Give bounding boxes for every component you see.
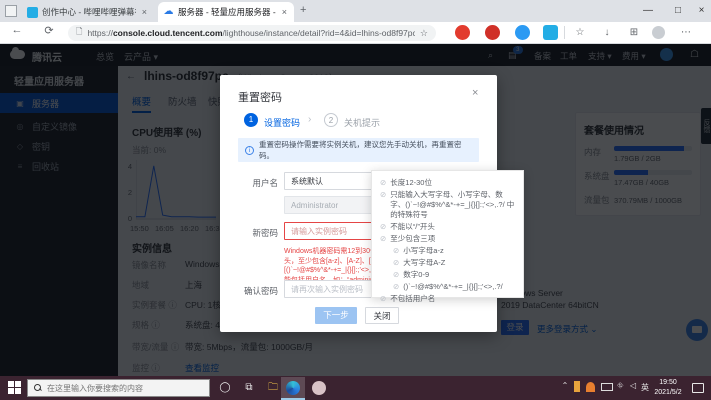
step-1-circle: 1 [244,113,258,127]
rule-text: 不包括用户名 [390,294,436,303]
rule-check-icon: ⊘ [380,234,387,243]
rule-subitem: ⊘ 大写字母A-Z [380,258,515,268]
username-label: 用户名 [252,178,278,188]
tab-close-icon[interactable]: × [140,7,149,17]
rule-text: 只能输入大写字母、小写字母、数字、()`~!@#$%^&*-+=_|{}[]:;… [390,190,515,219]
step-2-circle: 2 [324,113,338,127]
tencent-cloud-favicon: ☁ [163,5,174,18]
alert-text: 重置密码操作需要将实例关机，建议您先手动关机，再重置密码。 [259,140,462,160]
extension-icon-red-2[interactable] [485,25,500,40]
taskbar-clock[interactable]: 19:50 2021/5/2 [648,378,688,398]
taskbar-search-input[interactable] [47,383,197,393]
address-bar[interactable]: 🗋 https://console.cloud.tencent.com/ligh… [68,25,436,41]
browser-tab-bilibili[interactable]: 创作中心 - 哔哩哔哩弹幕视频网 × [22,2,154,22]
touch-keyboard-icon[interactable] [601,383,613,391]
rule-check-icon: ⊘ [380,222,387,231]
info-icon: i [245,145,254,155]
confirm-password-label: 确认密码 [243,286,278,296]
window-maximize-button[interactable]: □ [663,0,693,22]
next-step-button[interactable]: 下一步 [315,307,357,324]
confirm-password-input[interactable] [284,280,384,298]
rule-item: ⊘ 只能输入大写字母、小写字母、数字、()`~!@#$%^&*-+=_|{}[]… [380,190,515,220]
rule-item: ⊘ 不能以“/”开头 [380,222,515,232]
step-1-label: 设置密码 [264,118,301,128]
username-select-value: 系统默认 [291,176,323,186]
rule-check-icon: ⊘ [380,294,387,303]
username-field [284,196,384,214]
url-text: https://console.cloud.tencent.com/lighth… [87,28,415,38]
rule-item: ⊘ 至少包含三项 [380,234,515,244]
extension-icon-blue[interactable] [515,25,530,40]
close-button[interactable]: 关闭 [365,307,399,324]
pinned-app-icon[interactable] [312,381,326,395]
modal-title: 重置密码 [238,92,282,104]
new-password-label: 新密码 [252,228,278,238]
rule-subitem: ⊘ 小写字母a-z [380,246,515,256]
rule-item: ⊘ 长度12-30位 [380,178,515,188]
rule-text: 不能以“/”开头 [390,222,435,231]
bookmark-star-icon[interactable]: ☆ [420,28,428,39]
cortana-icon[interactable]: ◯ [216,379,234,397]
rule-text: 至少包含三项 [390,234,436,243]
window-close-button[interactable]: × [692,0,711,22]
clock-date: 2021/5/2 [654,389,682,396]
rule-check-icon: ⊘ [393,258,400,267]
browser-tab-console[interactable]: ☁ 服务器 - 轻量应用服务器 - 控制… × [158,2,294,22]
tray-app-icon-1[interactable] [574,381,580,392]
search-icon [34,384,42,392]
tab-title: 服务器 - 轻量应用服务器 - 控制… [178,7,276,17]
rule-check-icon: ⊘ [380,190,387,199]
screen: 创作中心 - 哔哩哔哩弹幕视频网 × ☁ 服务器 - 轻量应用服务器 - 控制…… [0,0,711,400]
tab-close-icon[interactable]: × [280,7,289,17]
rule-check-icon: ⊘ [393,270,400,279]
extension-icon-bilibili[interactable] [543,25,558,40]
start-button[interactable] [8,381,21,394]
action-center-icon[interactable] [692,383,704,393]
network-icon[interactable]: ⛗ [617,381,623,391]
rule-text: 长度12-30位 [390,178,432,187]
step-arrow-icon: › [308,114,312,125]
tray-expand-icon[interactable]: ⌃ [560,381,570,390]
new-password-input[interactable] [284,222,384,240]
rule-check-icon: ⊘ [393,246,400,255]
page-security-icon: 🗋 [76,27,83,36]
rule-text: 数字0-9 [403,270,430,279]
bilibili-favicon [27,6,38,18]
rule-check-icon: ⊘ [393,282,400,291]
tab-title: 创作中心 - 哔哩哔哩弹幕视频网 [42,7,136,17]
clock-time: 19:50 [659,379,677,386]
rule-subitem: ⊘ ()`~!@#$%^&*-+=_|{}[]:;'<>,.?/ [380,282,515,292]
profile-avatar[interactable] [652,26,665,39]
window-icon [5,5,17,17]
window-minimize-button[interactable]: — [633,0,663,22]
new-tab-button[interactable]: + [300,4,306,16]
task-view-icon[interactable]: ⧉ [240,379,258,397]
modal-alert: i 重置密码操作需要将实例关机，建议您先手动关机，再重置密码。 [238,138,479,162]
step-2-label: 关机提示 [344,118,381,128]
extension-icon-red-1[interactable] [455,25,470,40]
favorites-icon[interactable]: ☆ [572,25,588,40]
rule-check-icon: ⊘ [380,178,387,187]
rule-text: ()`~!@#$%^&*-+=_|{}[]:;'<>,.?/ [403,282,503,291]
tray-app-icon-2[interactable] [586,382,595,392]
volume-icon[interactable]: ◁ [630,381,636,390]
taskbar-search[interactable] [27,379,210,397]
rule-text: 大写字母A-Z [403,258,446,267]
more-menu-icon[interactable]: ⋯ [678,25,694,40]
rule-item: ⊘ 不包括用户名 [380,294,515,304]
rule-text: 小写字母a-z [403,246,444,255]
edge-taskbar-icon[interactable] [286,381,300,395]
toolbar-divider [564,26,565,39]
modal-close-icon[interactable]: × [472,87,478,99]
downloads-icon[interactable]: ↓ [599,25,615,40]
password-rules-popover: ⊘ 长度12-30位 ⊘ 只能输入大写字母、小写字母、数字、()`~!@#$%^… [371,170,524,303]
back-icon[interactable]: ← [8,24,26,36]
username-select[interactable]: 系统默认 ▼ [284,172,384,190]
rule-subitem: ⊘ 数字0-9 [380,270,515,280]
refresh-icon[interactable]: ⟳ [40,24,58,37]
file-explorer-icon[interactable]: 🗀 [264,379,282,397]
collections-icon[interactable]: ⊞ [626,25,642,40]
